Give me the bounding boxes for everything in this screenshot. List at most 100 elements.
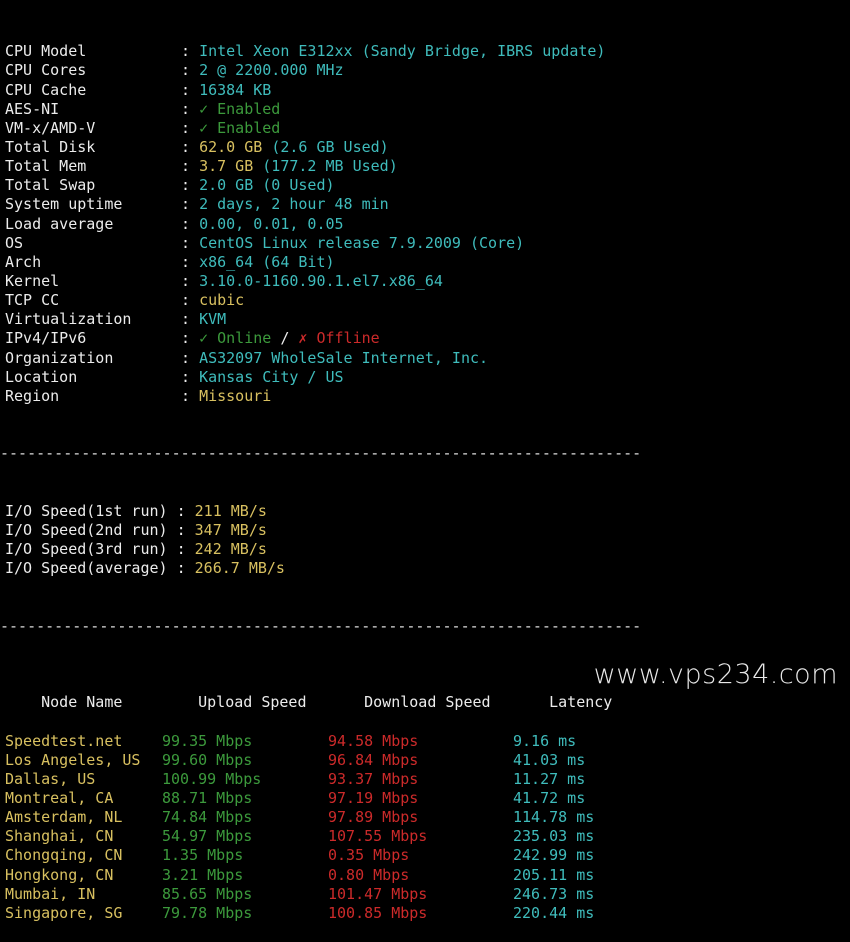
info-row: CPU Model: Intel Xeon E312xx (Sandy Brid…: [5, 42, 641, 61]
io-speed-row: I/O Speed(3rd run) : 242 MB/s: [5, 540, 641, 559]
speedtest-header: Node Name Upload Speed Download Speed Laten…: [5, 674, 641, 711]
info-value: 2.0 GB (0 Used): [199, 176, 335, 195]
info-row: Region: Missouri: [5, 387, 641, 406]
info-key: CPU Cores: [5, 61, 87, 80]
info-separator: :: [181, 195, 200, 214]
speedtest-row: Hongkong, CN 3.21 Mbps 0.80 Mbps 205.11 ms: [5, 866, 641, 885]
info-value: 3.7 GB: [199, 157, 263, 176]
info-key: CPU Cache: [5, 80, 87, 99]
info-key: CPU Model: [5, 42, 87, 61]
info-row: Total Swap: 2.0 GB (0 Used): [5, 176, 641, 195]
info-value: AS32097 WholeSale Internet, Inc.: [199, 348, 489, 367]
info-separator: :: [181, 233, 200, 252]
download-speed: 0.80 Mbps: [328, 865, 410, 884]
system-info-section: CPU Model: Intel Xeon E312xx (Sandy Brid…: [5, 42, 641, 406]
speedtest-row: Montreal, CA 88.71 Mbps 97.19 Mbps 41.72 ms: [5, 789, 641, 808]
speedtest-row: Los Angeles, US 99.60 Mbps 96.84 Mbps 41.03…: [5, 751, 641, 770]
io-speed-value: 347 MB/s: [194, 520, 267, 539]
info-separator: :: [181, 42, 200, 61]
info-row: IPv4/IPv6: ✓ Online / ✗ Offline: [5, 329, 641, 348]
info-separator: :: [181, 329, 200, 348]
node-name: Speedtest.net: [5, 731, 123, 750]
upload-speed: 79.78 Mbps: [162, 903, 253, 922]
info-key: AES-NI: [5, 99, 60, 118]
info-key: Load average: [5, 214, 114, 233]
info-value: 0.00, 0.01, 0.05: [199, 214, 344, 233]
info-value: KVM: [199, 310, 227, 329]
info-row: Organization: AS32097 WholeSale Internet…: [5, 349, 641, 368]
info-value: /: [271, 329, 299, 348]
separator-line: ----------------------------------------…: [0, 444, 642, 463]
speedtest-row: Amsterdam, NL 74.84 Mbps 97.89 Mbps 114.78 …: [5, 808, 641, 827]
info-key: TCP CC: [5, 291, 60, 310]
io-speed-value: 242 MB/s: [194, 540, 267, 559]
info-key: Region: [5, 386, 60, 405]
latency: 41.72 ms: [513, 788, 586, 807]
info-key: Virtualization: [5, 310, 132, 329]
io-speed-value: 266.7 MB/s: [194, 559, 285, 578]
upload-speed: 99.35 Mbps: [162, 731, 253, 750]
info-separator: :: [181, 157, 200, 176]
node-name: Hongkong, CN: [5, 865, 114, 884]
info-key: System uptime: [5, 195, 123, 214]
latency: 235.03 ms: [513, 827, 595, 846]
info-value: cubic: [199, 291, 245, 310]
info-separator: :: [181, 386, 200, 405]
io-speed-separator: :: [167, 520, 195, 539]
terminal-output: CPU Model: Intel Xeon E312xx (Sandy Brid…: [0, 4, 641, 942]
speedtest-row: Shanghai, CN 54.97 Mbps 107.55 Mbps 235.03 …: [5, 827, 641, 846]
info-key: OS: [5, 233, 24, 252]
upload-speed: 85.65 Mbps: [162, 884, 253, 903]
node-name: Chongqing, CN: [5, 846, 123, 865]
info-row: CPU Cores: 2 @ 2200.000 MHz: [5, 61, 641, 80]
upload-speed: 1.35 Mbps: [162, 846, 244, 865]
upload-speed: 74.84 Mbps: [162, 808, 253, 827]
info-separator: :: [181, 176, 200, 195]
io-speed-value: 211 MB/s: [194, 501, 267, 520]
info-value: 2 @ 2200.000 MHz: [199, 61, 344, 80]
speedtest-row: Dallas, US 100.99 Mbps 93.37 Mbps 11.27 ms: [5, 770, 641, 789]
upload-speed: 88.71 Mbps: [162, 788, 253, 807]
info-row: TCP CC: cubic: [5, 291, 641, 310]
info-value: Missouri: [199, 386, 272, 405]
latency: 41.03 ms: [513, 750, 586, 769]
download-speed: 96.84 Mbps: [328, 750, 419, 769]
info-row: CPU Cache: 16384 KB: [5, 81, 641, 100]
info-row: OS: CentOS Linux release 7.9.2009 (Core): [5, 234, 641, 253]
header-upload-speed: Upload Speed: [198, 693, 307, 712]
info-separator: :: [181, 252, 200, 271]
info-row: AES-NI: ✓ Enabled: [5, 100, 641, 119]
info-value: 16384 KB: [199, 80, 272, 99]
info-row: System uptime: 2 days, 2 hour 48 min: [5, 195, 641, 214]
upload-speed: 99.60 Mbps: [162, 750, 253, 769]
info-row: VM-x/AMD-V: ✓ Enabled: [5, 119, 641, 138]
info-separator: :: [181, 61, 200, 80]
io-speed-row: I/O Speed(2nd run) : 347 MB/s: [5, 521, 641, 540]
io-speed-key: I/O Speed(3rd run): [5, 540, 168, 559]
info-value: Intel Xeon E312xx (Sandy Bridge, IBRS up…: [199, 42, 606, 61]
node-name: Dallas, US: [5, 769, 96, 788]
download-speed: 100.85 Mbps: [328, 903, 428, 922]
io-speed-key: I/O Speed(average): [5, 559, 168, 578]
info-key: VM-x/AMD-V: [5, 118, 96, 137]
info-row: Total Disk: 62.0 GB (2.6 GB Used): [5, 138, 641, 157]
io-speed-key: I/O Speed(2nd run): [5, 520, 168, 539]
separator-line: ----------------------------------------…: [0, 616, 642, 635]
io-speed-section: I/O Speed(1st run) : 211 MB/s I/O Speed(2…: [5, 502, 641, 579]
info-value: ✓ Enabled: [199, 99, 281, 118]
download-speed: 107.55 Mbps: [328, 827, 428, 846]
node-name: Montreal, CA: [5, 788, 114, 807]
download-speed: 0.35 Mbps: [328, 846, 410, 865]
upload-speed: 3.21 Mbps: [162, 865, 244, 884]
info-separator: :: [181, 348, 200, 367]
watermark: www.vps234.com: [593, 659, 838, 690]
info-separator: :: [181, 99, 200, 118]
info-separator: :: [181, 138, 200, 157]
info-row: Arch: x86_64 (64 Bit): [5, 253, 641, 272]
info-value: 3.10.0-1160.90.1.el7.x86_64: [199, 272, 443, 290]
io-speed-separator: :: [167, 540, 195, 559]
latency: 114.78 ms: [513, 808, 595, 827]
info-value: Kansas City / US: [199, 367, 344, 386]
info-key: Total Disk: [5, 138, 96, 157]
info-value: (2.6 GB Used): [271, 138, 389, 157]
